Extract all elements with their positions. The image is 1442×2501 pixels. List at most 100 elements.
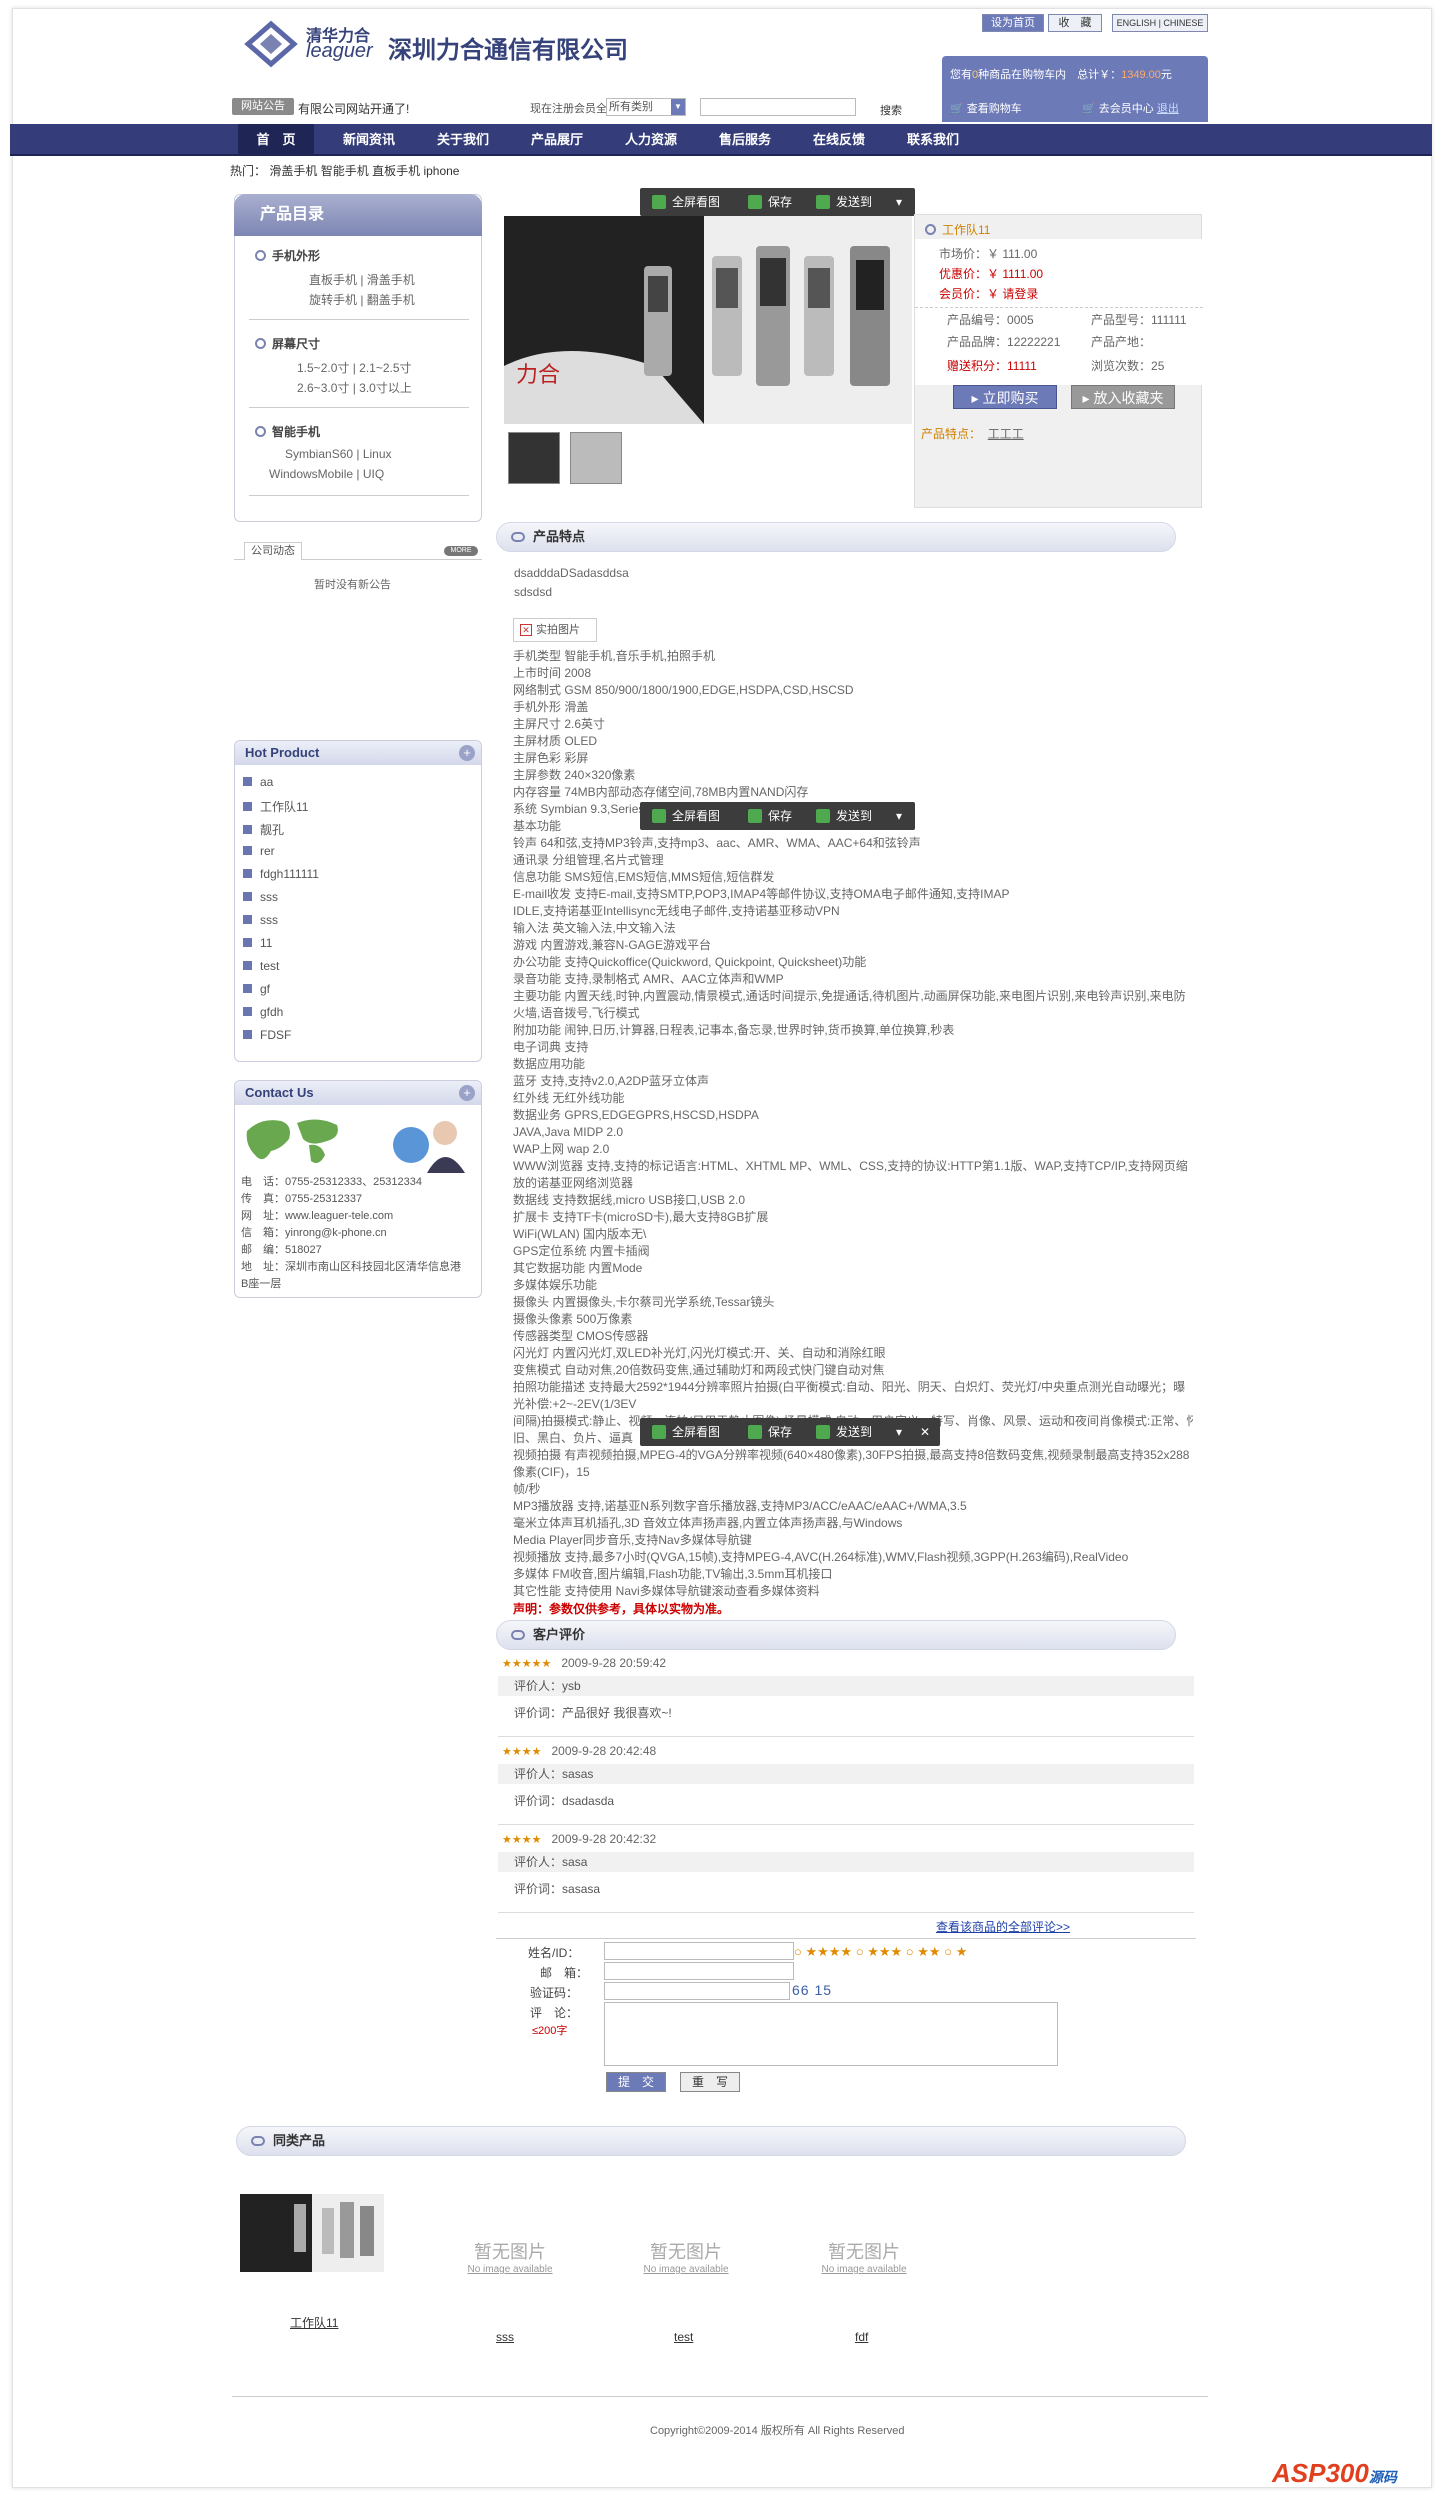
disclaimer: 声明：参数仅供参考，具体以实物为准。	[513, 1602, 730, 1616]
login-link[interactable]: ￥ 请登录	[987, 287, 1038, 301]
save-button[interactable]: 保存	[748, 1418, 792, 1446]
bullet-icon	[243, 961, 252, 970]
review-item: ★★★★★ 2009-9-28 20:59:42 评价人：ysb 评价词：产品很好 …	[498, 1654, 1194, 1738]
nav-home[interactable]: 首 页	[238, 124, 314, 156]
catalog-links[interactable]: 1.5~2.0寸 | 2.1~2.5寸	[297, 359, 412, 376]
spec-line: 数据线 支持数据线,micro USB接口,USB 2.0	[513, 1193, 746, 1207]
favorite-button[interactable]: 收 藏	[1048, 14, 1102, 32]
hot-product-item[interactable]: aa	[243, 775, 273, 789]
nav-about[interactable]: 关于我们	[418, 124, 508, 156]
send-button[interactable]: 发送到	[816, 188, 872, 216]
related-product-link[interactable]: sss	[496, 2330, 514, 2344]
product-main-image[interactable]: 力合	[504, 216, 912, 424]
related-product-link[interactable]: test	[674, 2330, 693, 2344]
send-icon	[816, 1425, 830, 1439]
spec-line: 信息功能 SMS短信,EMS短信,MMS短信,短信群发	[513, 870, 775, 884]
spec-line: 蓝牙 支持,支持v2.0,A2DP蓝牙立体声	[513, 1074, 710, 1088]
nav-feedback[interactable]: 在线反馈	[794, 124, 884, 156]
nav-service[interactable]: 售后服务	[700, 124, 790, 156]
review-content: 评价词：sasasa	[514, 1882, 601, 1896]
catalog-links[interactable]: 2.6~3.0寸 | 3.0寸以上	[297, 379, 412, 396]
send-button[interactable]: 发送到	[816, 1418, 872, 1446]
bullet-icon	[243, 1030, 252, 1039]
section-icon	[511, 1630, 525, 1640]
name-input[interactable]	[604, 1942, 794, 1960]
hot-label: 热门：	[230, 164, 267, 178]
hot-product-item[interactable]: test	[243, 959, 279, 973]
fullscreen-button[interactable]: 全屏看图	[652, 188, 720, 216]
chevron-down-icon[interactable]: ▾	[896, 802, 902, 830]
fullscreen-button[interactable]: 全屏看图	[652, 802, 720, 830]
hot-product-item[interactable]: 11	[243, 936, 272, 950]
rating-options[interactable]: ○ ★★★★ ○ ★★★ ○ ★★ ○ ★	[794, 1944, 967, 1960]
chevron-down-icon[interactable]: ▾	[896, 188, 902, 216]
hot-product-item[interactable]: gf	[243, 982, 270, 996]
nav-news[interactable]: 新闻资讯	[324, 124, 414, 156]
plus-icon[interactable]: +	[459, 745, 475, 761]
catalog-links[interactable]: SymbianS60 | Linux	[285, 447, 392, 461]
view-cart-link[interactable]: 查看购物车	[967, 103, 1022, 115]
features-header: 产品特点	[496, 522, 1176, 552]
view-all-reviews-link[interactable]: 查看该商品的全部评论>>	[936, 1918, 1070, 1935]
logo[interactable]: 清华力合 leaguer 深圳力合通信有限公司	[240, 18, 660, 76]
related-product-link[interactable]: 工作队11	[290, 2314, 338, 2331]
spec-line: 变焦模式 自动对焦,20倍数码变焦,通过辅助灯和两段式快门键自动对焦	[513, 1363, 885, 1377]
close-icon[interactable]: ✕	[920, 1418, 930, 1446]
spec-line: 帧/秒	[513, 1482, 541, 1496]
product-origin: 产品产地：	[1091, 335, 1152, 349]
logout-link[interactable]: 退出	[1157, 103, 1179, 115]
reset-button[interactable]: 重 写	[680, 2072, 740, 2092]
submit-button[interactable]: 提 交	[606, 2072, 666, 2092]
member-center-link[interactable]: 去会员中心	[1099, 103, 1154, 115]
hot-product-item[interactable]: gfdh	[243, 1005, 283, 1019]
nav-hr[interactable]: 人力资源	[606, 124, 696, 156]
chevron-down-icon[interactable]: ▾	[896, 1418, 902, 1446]
thumbnail[interactable]	[508, 432, 560, 484]
spec-line: Media Player同步音乐,支持Nav多媒体导航键	[513, 1533, 752, 1547]
hot-product-item[interactable]: rer	[243, 844, 275, 858]
search-button[interactable]: 搜索	[880, 102, 902, 118]
category-select[interactable]: 所有类别 ▼	[606, 98, 686, 116]
catalog-links[interactable]: WindowsMobile | UIQ	[269, 467, 384, 481]
send-button[interactable]: 发送到	[816, 802, 872, 830]
hot-product-item[interactable]: fdgh111111	[243, 867, 319, 881]
news-tab[interactable]: 公司动态	[244, 542, 302, 560]
hot-product-item[interactable]: 靓孔	[243, 821, 284, 838]
add-favorite-button[interactable]: ▸ 放入收藏夹	[1071, 385, 1175, 409]
thumbnail[interactable]	[570, 432, 622, 484]
nav-products[interactable]: 产品展厅	[512, 124, 602, 156]
save-button[interactable]: 保存	[748, 188, 792, 216]
hot-item[interactable]: 直板手机	[372, 164, 420, 178]
language-switch[interactable]: ENGLISH | CHINESE	[1112, 14, 1208, 32]
catalog-links[interactable]: 直板手机 | 滑盖手机	[309, 271, 415, 288]
buy-now-button[interactable]: ▸ 立即购买	[953, 385, 1057, 409]
related-product-link[interactable]: fdf	[855, 2330, 868, 2344]
captcha-input[interactable]	[604, 1982, 790, 2000]
hot-product-item[interactable]: sss	[243, 913, 278, 927]
hot-product-item[interactable]: sss	[243, 890, 278, 904]
fullscreen-button[interactable]: 全屏看图	[652, 1418, 720, 1446]
set-homepage-button[interactable]: 设为首页	[982, 14, 1044, 32]
plus-icon[interactable]: +	[459, 1085, 475, 1101]
catalog-section-title: 智能手机	[255, 423, 320, 440]
catalog-links[interactable]: 旋转手机 | 翻盖手机	[309, 291, 415, 308]
notice-text[interactable]: 有限公司网站开通了!	[298, 100, 409, 117]
nav-contact[interactable]: 联系我们	[888, 124, 978, 156]
circle-icon	[255, 338, 266, 349]
save-button[interactable]: 保存	[748, 802, 792, 830]
email-field[interactable]	[604, 1962, 794, 1980]
catalog-section-title: 屏幕尺寸	[255, 335, 320, 352]
related-product-image[interactable]	[240, 2194, 384, 2272]
hot-product-item[interactable]: 工作队11	[243, 798, 308, 815]
review-item: ★★★★ 2009-9-28 20:42:32 评价人：sasa 评价词：sasas…	[498, 1830, 1194, 1914]
radio-button: ○	[944, 1944, 953, 1959]
search-input[interactable]	[700, 98, 856, 116]
circle-icon	[925, 224, 936, 235]
hot-product-item[interactable]: FDSF	[243, 1028, 291, 1042]
hot-item[interactable]: 智能手机	[321, 164, 369, 178]
more-button[interactable]: MORE	[444, 546, 478, 556]
comment-textarea[interactable]	[604, 2002, 1058, 2066]
spec-line: JAVA,Java MIDP 2.0	[513, 1125, 624, 1139]
hot-item[interactable]: 滑盖手机	[269, 164, 317, 178]
hot-item[interactable]: iphone	[423, 164, 459, 178]
